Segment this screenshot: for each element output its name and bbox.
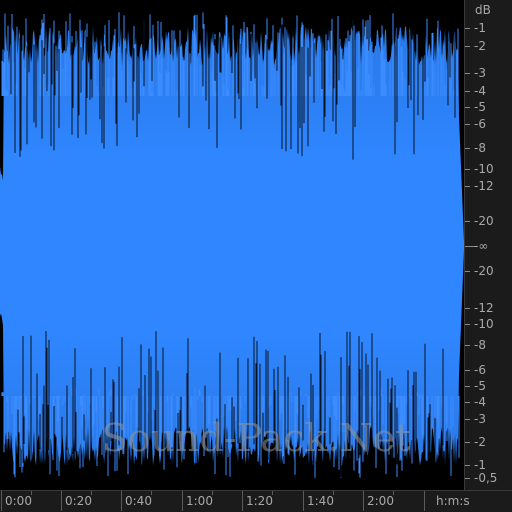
time-minor-tick — [31, 491, 32, 495]
db-label: -2 — [474, 39, 486, 53]
time-tick — [121, 491, 122, 511]
waveform[interactable] — [0, 0, 464, 490]
time-tick — [242, 491, 243, 511]
db-label: -8 — [474, 338, 486, 352]
db-tick — [465, 73, 470, 74]
db-label: -3 — [474, 412, 486, 426]
db-scale-ruler: dB -1 -2 -3 -4 -5 -6 -8 -10 -12 -20 -∞ -… — [464, 0, 512, 490]
db-label: -5 — [474, 100, 486, 114]
db-tick — [465, 124, 470, 125]
db-tick — [465, 370, 470, 371]
db-tick — [465, 386, 470, 387]
db-label: -6 — [474, 363, 486, 377]
db-tick — [465, 345, 470, 346]
time-label: 1:00 — [186, 494, 213, 508]
time-label: 2:00 — [367, 494, 394, 508]
db-label: -20 — [474, 214, 494, 228]
db-tick — [465, 169, 470, 170]
db-label: -4 — [474, 84, 486, 98]
db-label: -8 — [474, 141, 486, 155]
db-tick — [465, 402, 470, 403]
time-tick — [424, 491, 425, 511]
time-unit-label: h:m:s — [436, 494, 470, 508]
waveform-panel[interactable]: Sound-Pack.Net — [0, 0, 464, 490]
db-tick — [465, 271, 470, 272]
db-tick — [465, 28, 470, 29]
db-label: -10 — [474, 317, 494, 331]
time-ruler[interactable]: 0:00 0:20 0:40 1:00 1:20 1:40 2:00 h:m:s — [0, 490, 512, 512]
time-label: 1:40 — [307, 494, 334, 508]
time-minor-tick — [272, 491, 273, 495]
time-label: 0:00 — [5, 494, 32, 508]
db-label: -1 — [474, 21, 486, 35]
time-tick — [1, 491, 2, 511]
time-minor-tick — [91, 491, 92, 495]
db-unit-label: dB — [475, 3, 491, 17]
db-tick — [465, 324, 470, 325]
time-minor-tick — [333, 491, 334, 495]
time-tick — [61, 491, 62, 511]
db-tick — [465, 442, 470, 443]
audio-editor: Sound-Pack.Net dB -1 -2 -3 -4 -5 -6 -8 -… — [0, 0, 512, 512]
db-tick — [465, 91, 470, 92]
time-minor-tick — [151, 491, 152, 495]
db-tick — [465, 148, 470, 149]
db-tick — [465, 186, 470, 187]
db-tick — [465, 308, 470, 309]
time-label: 1:20 — [246, 494, 273, 508]
db-tick — [465, 221, 470, 222]
time-tick — [303, 491, 304, 511]
db-label: -1 — [474, 458, 486, 472]
db-label: -12 — [474, 301, 494, 315]
time-tick — [363, 491, 364, 511]
db-tick — [465, 46, 470, 47]
time-minor-tick — [393, 491, 394, 495]
db-tick — [465, 478, 470, 479]
time-tick — [182, 491, 183, 511]
time-label: 0:40 — [125, 494, 152, 508]
db-label: -5 — [474, 379, 486, 393]
db-label-center: -∞ — [474, 239, 489, 253]
db-label: -2 — [474, 435, 486, 449]
db-tick — [465, 465, 470, 466]
db-label: -3 — [474, 66, 486, 80]
db-label: -6 — [474, 117, 486, 131]
db-tick — [465, 419, 470, 420]
db-label: -20 — [474, 264, 494, 278]
db-label: -0,5 — [474, 471, 498, 485]
db-label: -4 — [474, 395, 486, 409]
db-tick — [465, 107, 470, 108]
db-label: -12 — [474, 179, 494, 193]
db-label: -10 — [474, 162, 494, 176]
time-minor-tick — [212, 491, 213, 495]
time-label: 0:20 — [65, 494, 92, 508]
